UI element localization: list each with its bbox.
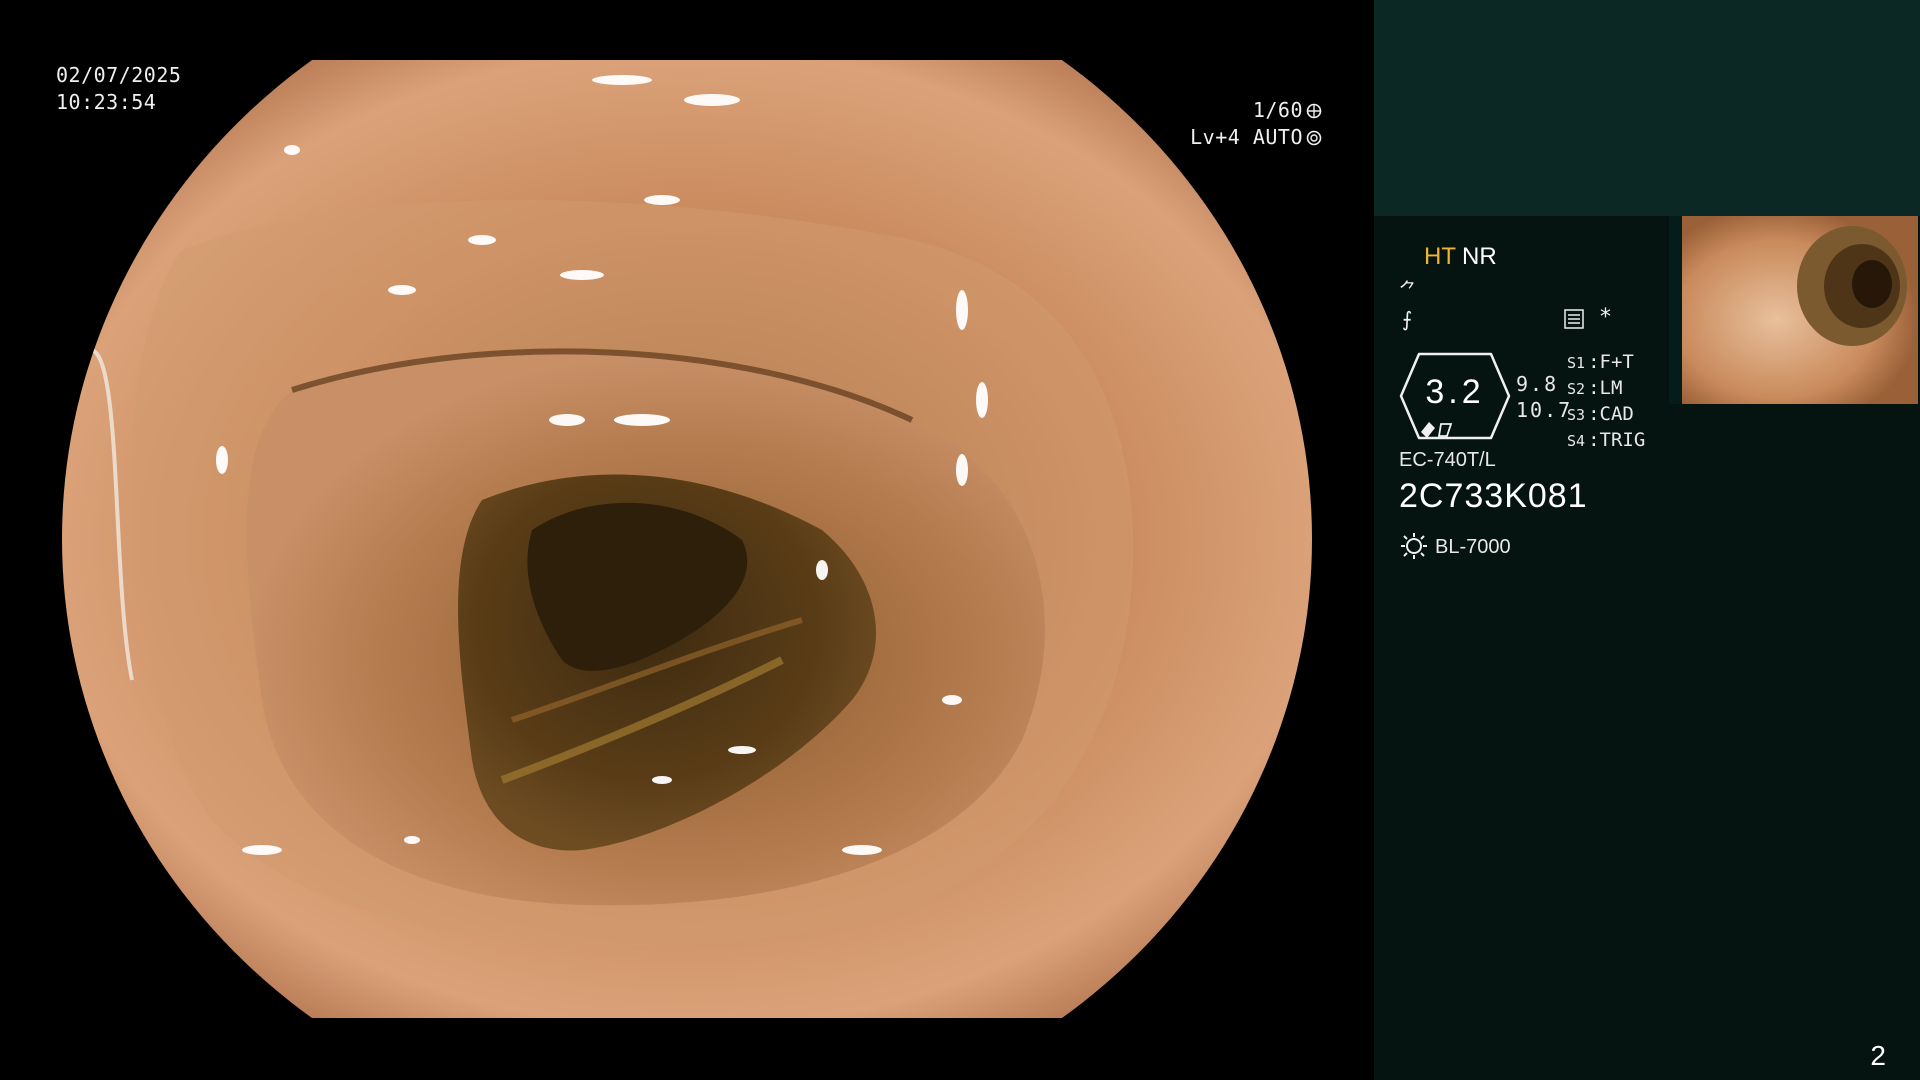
nr-label: NR: [1462, 243, 1497, 270]
iris-icon: [1306, 130, 1322, 146]
page-number: 2: [1870, 1040, 1886, 1071]
switch-row: S2:LM: [1567, 377, 1623, 399]
reference-thumbnail[interactable]: [1669, 216, 1918, 404]
image-mode-indicator: HT NR: [1424, 243, 1497, 271]
switch-value: CAD: [1599, 403, 1634, 425]
switch-value: LM: [1599, 377, 1623, 399]
time-label: 10:23:54: [56, 90, 157, 114]
switch-value: F+T: [1599, 351, 1634, 373]
switch-id: S4: [1567, 432, 1586, 450]
endoscope-view-area: 02/07/2025 10:23:54 1/60 Lv+4 AUTO: [0, 0, 1374, 1080]
switch-row: S4:TRIG: [1567, 429, 1646, 451]
structure-icon: ⨍: [1402, 307, 1413, 331]
switch-row: S1:F+T: [1567, 351, 1634, 373]
colon-lumen-image: [62, 60, 1312, 1018]
endoscope-image: [62, 60, 1312, 1018]
switch-id: S2: [1567, 380, 1586, 398]
switch-row: S3:CAD: [1567, 403, 1634, 425]
light-source: BL-7000: [1399, 531, 1511, 561]
switch-id: S1: [1567, 354, 1586, 372]
date-label: 02/07/2025: [56, 63, 182, 87]
shutter-label: 1/60: [1252, 98, 1303, 122]
scope-model: EC-740T/L: [1399, 449, 1496, 471]
light-bulb-icon: [1401, 533, 1427, 559]
thumbnail-lumen-image: [1682, 216, 1918, 404]
info-panel: HT NR ⺈ ⨍ * 3.2 9.8 10.7 S1:F+T S2:LM S3:…: [1374, 0, 1920, 1080]
light-source-label: BL-7000: [1435, 536, 1511, 558]
enhance-icon: ⺈: [1399, 280, 1417, 301]
aux-value-1: 9.8: [1516, 372, 1559, 396]
camera-settings-overlay: 1/60 Lv+4 AUTO: [1190, 97, 1322, 151]
aperture-icon: [1306, 103, 1322, 119]
ht-label: HT: [1424, 243, 1456, 270]
switch-id: S3: [1567, 406, 1586, 424]
level-label: Lv+4 AUTO: [1190, 125, 1303, 149]
panel-header-band: [1374, 0, 1920, 216]
date-time-overlay: 02/07/2025 10:23:54: [56, 62, 181, 116]
thumbnail-image: [1682, 216, 1918, 404]
asterisk-icon: *: [1600, 305, 1611, 330]
gauge-value: 3.2: [1425, 373, 1485, 411]
scope-switch-list: S1:F+T S2:LM S3:CAD S4:TRIG: [1567, 350, 1645, 454]
menu-icon: [1564, 309, 1584, 329]
switch-value: TRIG: [1599, 429, 1646, 451]
scope-serial: 2C733K081: [1399, 477, 1588, 515]
aux-value-2: 10.7: [1516, 398, 1573, 422]
